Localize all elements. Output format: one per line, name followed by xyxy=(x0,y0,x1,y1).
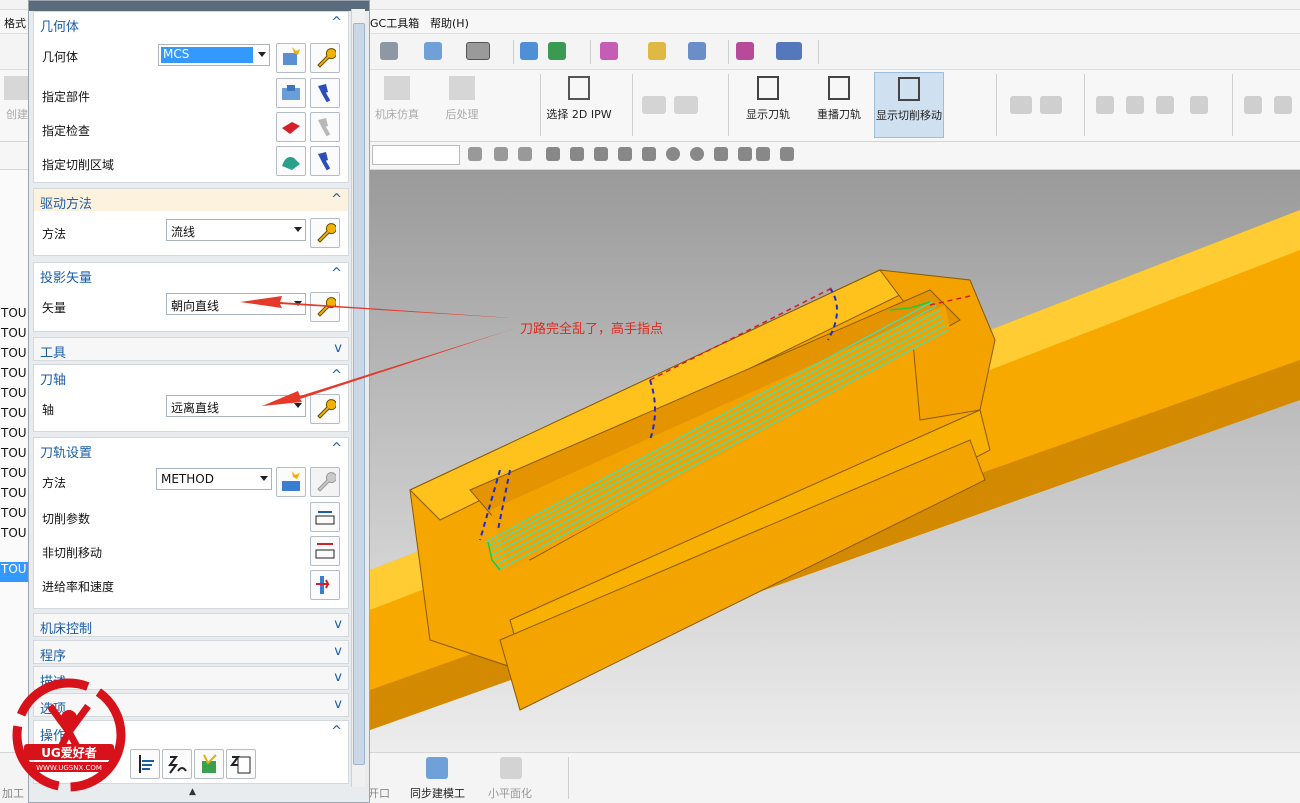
arrow-to-axis xyxy=(262,328,516,406)
annotation-arrows xyxy=(240,296,516,406)
annotation-text: 刀路完全乱了，高手指点 xyxy=(520,322,664,337)
logo-badge-icon: UG爱好者 WWW.UGSNX.COM xyxy=(12,678,126,792)
svg-text:UG爱好者: UG爱好者 xyxy=(41,745,97,760)
arrow-to-vector xyxy=(240,296,512,318)
ugsnx-logo: UG爱好者 WWW.UGSNX.COM xyxy=(10,676,128,794)
svg-text:WWW.UGSNX.COM: WWW.UGSNX.COM xyxy=(36,764,102,772)
